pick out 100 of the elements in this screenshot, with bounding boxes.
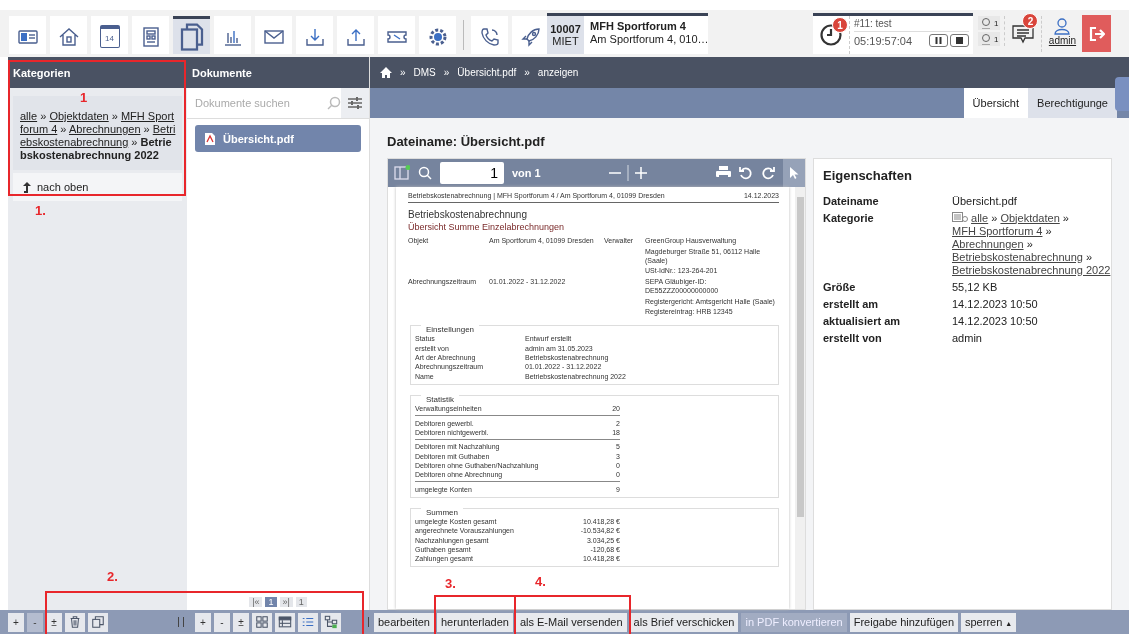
- toolbar-button[interactable]: [337, 16, 374, 54]
- counter-value: 1: [994, 18, 999, 28]
- toolbar-button[interactable]: [132, 16, 169, 54]
- sidebar-toggle-icon[interactable]: [394, 164, 410, 181]
- messages-button[interactable]: 2: [1005, 16, 1043, 52]
- counter-value: 1: [994, 34, 999, 44]
- pdf-section-title: Einstellungen: [421, 325, 480, 336]
- tool-button[interactable]: [65, 612, 85, 632]
- message-icon: [1012, 24, 1035, 44]
- property-value: 55,12 KB: [952, 280, 999, 294]
- home-icon[interactable]: [380, 66, 392, 78]
- scrollbar[interactable]: [795, 186, 805, 609]
- page-number-field[interactable]: 1: [440, 161, 504, 184]
- property-value: 14.12.2023 10:50: [952, 297, 1039, 311]
- path-separator: »: [1045, 224, 1052, 237]
- logout-button[interactable]: [1082, 15, 1112, 52]
- rotate-right-icon[interactable]: [761, 165, 775, 180]
- annotation-label: 1: [80, 90, 88, 105]
- clock-icon: [819, 23, 843, 47]
- tool-button[interactable]: [88, 612, 108, 632]
- property-label: aktualisiert am: [823, 314, 902, 328]
- toolbar-button[interactable]: [50, 16, 87, 54]
- timer-time: 05:19:57:04: [854, 34, 913, 47]
- panel-title: Kategorien: [13, 66, 71, 79]
- breadcrumb-separator: »: [443, 66, 450, 78]
- pdf-subtitle: Übersicht Summe Einzelabrechnungen: [408, 221, 566, 234]
- property-value: admin: [952, 331, 983, 345]
- property-value: Übersicht.pdf: [952, 194, 1018, 208]
- property-label: Dateiname: [823, 194, 880, 208]
- resize-handle[interactable]: [178, 617, 184, 627]
- path-separator: »: [1026, 237, 1033, 250]
- filter-button[interactable]: [341, 88, 369, 118]
- page-link[interactable]: 1: [265, 597, 277, 607]
- action-button[interactable]: als Brief verschicken: [629, 612, 739, 632]
- category-link[interactable]: Betriebskostenabrechnung 2022: [952, 263, 1111, 276]
- toolbar-button[interactable]: [512, 16, 549, 54]
- pdf-title: Betriebskostenabrechnung: [408, 209, 528, 222]
- tool-button[interactable]: ±: [233, 612, 249, 632]
- pdf-section-title: Statistik: [421, 394, 459, 405]
- search-field[interactable]: Dokumente suchen: [187, 97, 327, 109]
- breadcrumb-item[interactable]: DMS: [413, 66, 436, 78]
- toolbar-button[interactable]: [255, 16, 292, 54]
- page-count: 1: [295, 597, 307, 607]
- up-arrow-icon: [23, 181, 31, 193]
- action-button[interactable]: als E-Mail versenden: [515, 612, 627, 632]
- tab[interactable]: Berechtigunge: [1028, 87, 1117, 118]
- last-page-link[interactable]: »|: [279, 597, 293, 607]
- category-link[interactable]: MFH Sportforum 4: [952, 224, 1043, 237]
- tool-button[interactable]: +: [195, 612, 211, 632]
- first-page-link[interactable]: |«: [249, 597, 263, 607]
- tool-button[interactable]: [275, 612, 295, 632]
- zoom-controls-icon[interactable]: [606, 164, 649, 181]
- document-item[interactable]: Übersicht.pdf: [195, 125, 361, 152]
- tool-button[interactable]: -: [214, 612, 230, 632]
- toolbar-button[interactable]: [173, 16, 210, 54]
- tab[interactable]: Übersicht: [963, 87, 1029, 118]
- annotation-label: 4.: [535, 574, 546, 589]
- object-type: MIET: [552, 35, 579, 47]
- rotate-left-icon[interactable]: [739, 165, 753, 180]
- user-link[interactable]: admin: [1048, 35, 1077, 46]
- list-icon: [301, 615, 315, 629]
- copy-icon: [91, 615, 105, 629]
- breadcrumb-item[interactable]: Übersicht.pdf: [457, 66, 517, 78]
- toolbar-button[interactable]: [214, 16, 251, 54]
- toolbar-button[interactable]: [378, 16, 415, 54]
- toolbar-button[interactable]: [296, 16, 333, 54]
- pointer-icon[interactable]: [789, 166, 799, 179]
- tool-button[interactable]: [298, 612, 318, 632]
- counter[interactable]: 1: [978, 16, 1001, 30]
- annotation-label: 2.: [107, 569, 118, 584]
- counter[interactable]: 1: [978, 32, 1001, 46]
- action-button[interactable]: herunterladen: [437, 612, 513, 632]
- calendar-icon: 14: [99, 25, 120, 48]
- toolbar-button[interactable]: [471, 16, 508, 54]
- category-link[interactable]: Objektdaten: [1000, 211, 1060, 224]
- property-label: Größe: [823, 280, 857, 294]
- pause-button[interactable]: [929, 34, 948, 47]
- property-label: erstellt am: [823, 297, 880, 311]
- print-icon[interactable]: [716, 165, 731, 180]
- category-link[interactable]: Abrechnungen: [952, 237, 1024, 250]
- toolbar-button[interactable]: [419, 16, 456, 54]
- tool-button[interactable]: +: [8, 612, 24, 632]
- action-button[interactable]: bearbeiten: [374, 612, 434, 632]
- table-icon: [278, 615, 292, 629]
- stop-button[interactable]: [950, 34, 969, 47]
- action-button[interactable]: Freigabe hinzufügen: [849, 612, 958, 632]
- pdf-section-title: Summen: [421, 507, 463, 518]
- category-link[interactable]: Betriebskostenabrechnung: [952, 250, 1083, 263]
- category-link[interactable]: alle: [971, 211, 989, 224]
- search-icon[interactable]: [418, 165, 432, 180]
- toolbar-button[interactable]: 14: [91, 16, 128, 54]
- breadcrumb-item[interactable]: anzeigen: [537, 66, 579, 78]
- tool-button[interactable]: [321, 612, 341, 632]
- user-icon: [1053, 17, 1072, 35]
- toolbar-button[interactable]: [9, 16, 46, 54]
- notification-badge: 1: [832, 17, 848, 33]
- tool-button[interactable]: [252, 612, 272, 632]
- up-button[interactable]: nach oben: [13, 173, 182, 201]
- logout-icon: [1088, 25, 1105, 42]
- properties-title: Eigenschaften: [823, 166, 913, 185]
